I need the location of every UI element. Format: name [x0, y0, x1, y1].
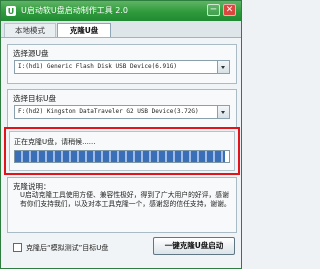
- simulate-test-label[interactable]: 克隆后“模拟测试”目标U盘: [26, 243, 108, 253]
- window-title: U启动软U盘启动制作工具 2.0: [21, 6, 128, 15]
- source-usb-value: I:(hd1) Generic Flash Disk USB Device(6.…: [18, 63, 177, 70]
- title-bar[interactable]: U U启动软U盘启动制作工具 2.0 ─ ✕: [1, 1, 241, 21]
- tab-local-mode[interactable]: 本地模式: [4, 23, 56, 37]
- close-button[interactable]: ✕: [223, 4, 236, 16]
- progress-group: 正在克隆U盘，请稍候......: [9, 131, 235, 171]
- target-usb-group: 选择目标U盘 F:(hd2) Kingston DataTraveler G2 …: [7, 89, 237, 129]
- clone-description-group: 克隆说明： U启动克隆工具使用方便、兼容性极好，得到了广大用户的好评，感谢有你们…: [7, 177, 237, 233]
- source-usb-group: 选择源U盘 I:(hd1) Generic Flash Disk USB Dev…: [7, 44, 237, 84]
- simulate-test-checkbox[interactable]: [13, 243, 22, 252]
- app-window: U U启动软U盘启动制作工具 2.0 ─ ✕ 本地模式 克隆U盘 选择源U盘 I…: [0, 0, 242, 269]
- tab-clone-usb[interactable]: 克隆U盘: [57, 23, 111, 37]
- target-usb-select[interactable]: F:(hd2) Kingston DataTraveler G2 USB Dev…: [14, 105, 230, 119]
- progress-bar: [14, 150, 230, 163]
- target-usb-label: 选择目标U盘: [13, 94, 56, 103]
- one-click-clone-button[interactable]: 一键克隆U盘启动: [153, 237, 235, 255]
- progress-status-text: 正在克隆U盘，请稍候......: [14, 138, 96, 146]
- minimize-button[interactable]: ─: [207, 4, 220, 16]
- progress-highlight-box: 正在克隆U盘，请稍候......: [4, 127, 240, 175]
- description-text: U启动克隆工具使用方便、兼容性极好，得到了广大用户的好评，感谢有你们支持我们，以…: [20, 191, 231, 208]
- source-usb-select[interactable]: I:(hd1) Generic Flash Disk USB Device(6.…: [14, 60, 230, 74]
- tab-bar: 本地模式 克隆U盘: [1, 21, 241, 38]
- chevron-down-icon[interactable]: [217, 106, 229, 118]
- progress-fill: [15, 151, 225, 162]
- target-usb-value: F:(hd2) Kingston DataTraveler G2 USB Dev…: [18, 108, 199, 115]
- chevron-down-icon[interactable]: [217, 61, 229, 73]
- source-usb-label: 选择源U盘: [13, 49, 49, 58]
- svg-text:U: U: [8, 7, 15, 16]
- app-logo-icon: U: [6, 6, 16, 16]
